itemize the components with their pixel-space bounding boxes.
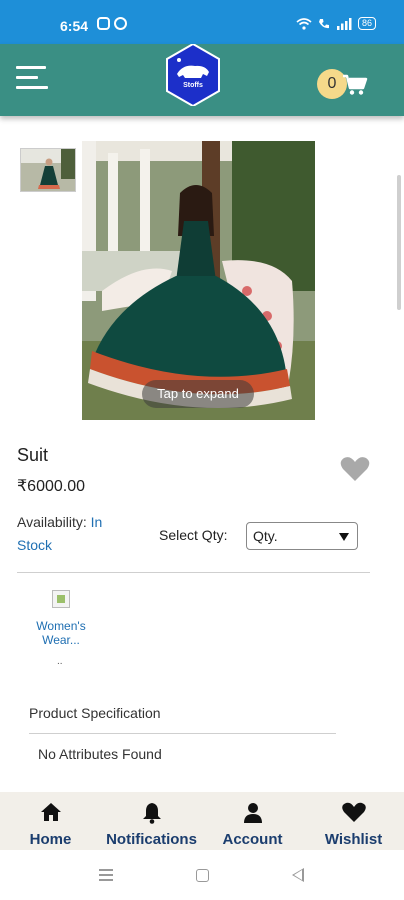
battery-icon: 86 — [357, 17, 376, 30]
status-system-icons: 86 — [296, 17, 376, 30]
qty-dropdown-value: Qty. — [253, 528, 278, 544]
home-icon — [40, 803, 61, 821]
bell-icon — [142, 803, 161, 824]
menu-icon[interactable] — [16, 66, 48, 94]
dropdown-caret-icon — [339, 533, 349, 541]
status-time: 6:54 — [60, 18, 89, 34]
bottom-navigation: Home Notifications Account Wishlist — [0, 792, 404, 850]
home-button-icon[interactable] — [196, 869, 209, 882]
status-notification-icons — [97, 17, 127, 30]
nav-notifications-label: Notifications — [106, 831, 197, 848]
recent-apps-icon[interactable] — [99, 869, 113, 884]
signal-icon — [336, 17, 352, 30]
select-qty-label: Select Qty: — [159, 527, 228, 543]
product-thumbnail[interactable] — [20, 148, 76, 192]
back-icon[interactable] — [292, 868, 304, 882]
nav-home-label: Home — [29, 831, 72, 848]
cart-icon — [343, 74, 368, 95]
tap-to-expand-label[interactable]: Tap to expand — [142, 380, 254, 408]
divider — [17, 572, 370, 573]
product-main-image[interactable] — [82, 141, 315, 420]
status-bar: 6:54 86 — [0, 0, 404, 44]
system-navigation-bar — [0, 850, 404, 900]
screen-record-icon — [97, 17, 110, 30]
thumbnail-image — [21, 149, 75, 191]
logo-text: Stoffs — [183, 82, 203, 89]
nav-home[interactable]: Home — [0, 792, 101, 850]
category-broken-image-icon[interactable] — [52, 590, 70, 608]
specification-value: No Attributes Found — [38, 746, 162, 762]
nav-wishlist-label: Wishlist — [324, 831, 383, 848]
scrollbar[interactable] — [397, 175, 401, 310]
specification-divider — [29, 733, 336, 734]
category-link[interactable]: Women's Wear... — [26, 619, 96, 647]
call-icon — [318, 18, 329, 28]
nav-wishlist[interactable]: Wishlist — [303, 792, 404, 850]
nav-account[interactable]: Account — [202, 792, 303, 850]
app-bar: Stoffs 0 — [0, 42, 404, 116]
cart-button[interactable]: 0 — [316, 68, 370, 102]
product-photo — [82, 141, 315, 420]
heart-icon — [341, 802, 366, 822]
availability-label: Availability: — [17, 514, 87, 530]
logo-hexagon-icon — [166, 42, 220, 108]
brand-logo[interactable]: Stoffs — [165, 42, 221, 108]
category-more: .. — [57, 656, 63, 667]
product-name: Suit — [17, 445, 49, 465]
nav-account-label: Account — [222, 831, 283, 848]
nav-notifications[interactable]: Notifications — [101, 792, 202, 850]
user-icon — [243, 803, 262, 823]
wifi-icon — [296, 17, 312, 30]
availability: Availability: In Stock — [17, 511, 137, 557]
product-specification-title: Product Specification — [29, 705, 161, 721]
qty-dropdown[interactable]: Qty. — [246, 522, 358, 550]
product-price: ₹6000.00 — [17, 478, 86, 495]
wishlist-heart-icon[interactable] — [340, 456, 370, 487]
whatsapp-icon — [114, 17, 127, 30]
